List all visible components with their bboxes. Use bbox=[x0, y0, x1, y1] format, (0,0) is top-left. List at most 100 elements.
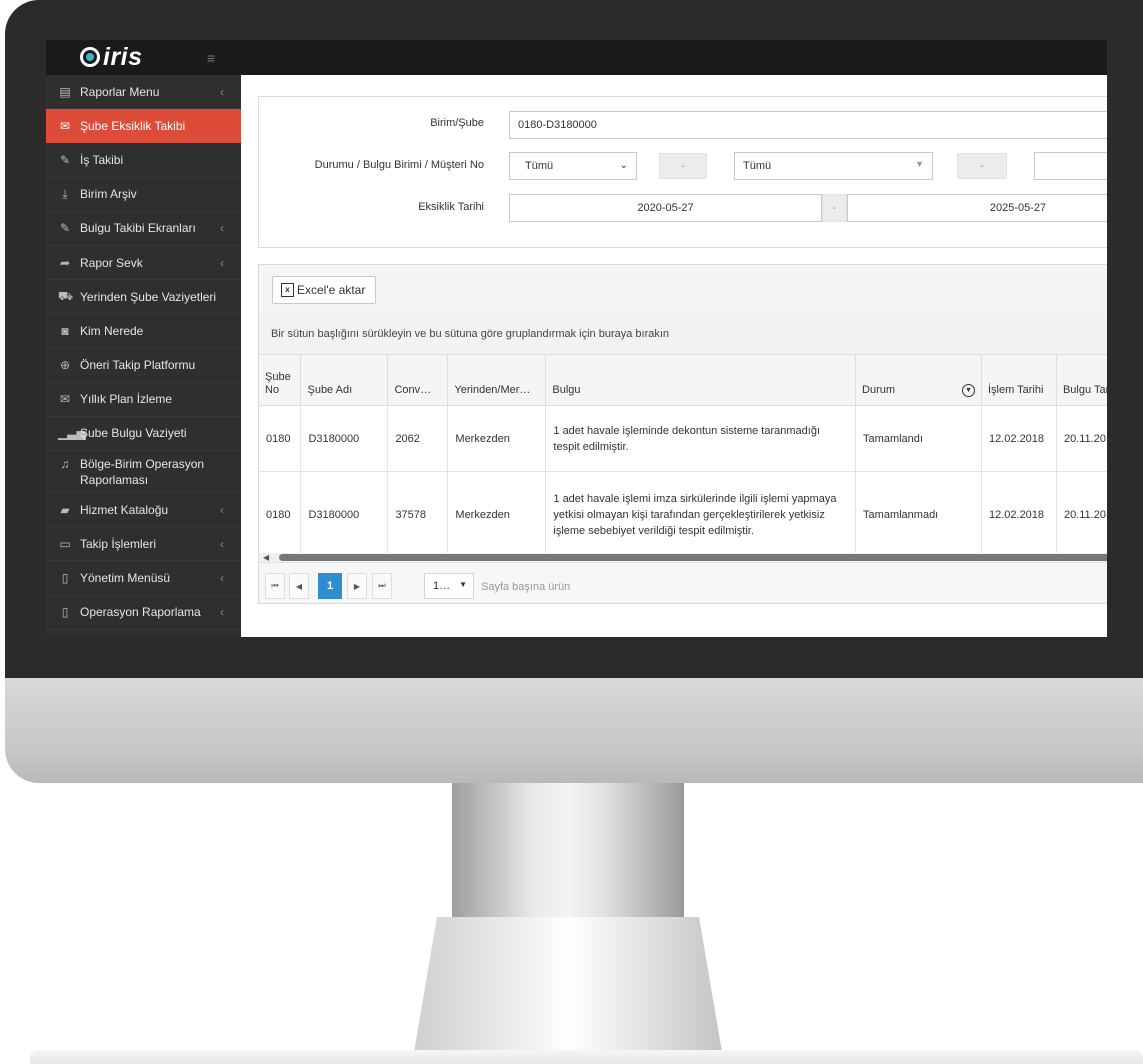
next-page-button[interactable]: ▶ bbox=[347, 573, 367, 599]
table-row[interactable]: 0180 D3180000 37578 Merkezden 1 adet hav… bbox=[259, 471, 1107, 558]
sidebar-item-label: Yıllık Plan İzleme bbox=[80, 392, 173, 407]
sidebar-item-raporlar-menu[interactable]: ▤ Raporlar Menu ‹ bbox=[46, 75, 241, 110]
bulgu-birimi-value: Tümü bbox=[743, 160, 772, 172]
sidebar-item-sube-eksiklik-takibi[interactable]: ✉ Şube Eksiklik Takibi bbox=[46, 109, 241, 144]
col-header-conv[interactable]: Conv… bbox=[387, 355, 449, 406]
signal-icon: ▁▃▅ bbox=[58, 426, 86, 441]
cell-durum: Tamamlandı bbox=[855, 405, 982, 472]
prev-page-button[interactable]: ◀ bbox=[289, 573, 309, 599]
sidebar-item-label: Kim Nerede bbox=[80, 323, 144, 338]
chevron-left-icon: ‹ bbox=[220, 502, 224, 517]
data-table: Şube No Şube Adı Conv… Yerinden/Mer… Bul… bbox=[259, 355, 1107, 558]
durum-label: Durumu / Bulgu Birimi / Müşteri No bbox=[314, 159, 484, 171]
sidebar-item-bulgu-takibi-ekranlari[interactable]: ✎ Bulgu Takibi Ekranları ‹ bbox=[46, 212, 241, 246]
sidebar-item-is-takibi[interactable]: ✎ İş Takibi bbox=[46, 143, 241, 178]
sidebar-item-operasyon-raporlama[interactable]: ▯ Operasyon Raporlama ‹ bbox=[46, 596, 241, 630]
chevron-left-icon: ‹ bbox=[220, 536, 224, 551]
music-icon: ♫ bbox=[60, 457, 70, 472]
sidebar-item-yonetim-menusu[interactable]: ▯ Yönetim Menüsü ‹ bbox=[46, 561, 241, 596]
cars-icon: ⛟ bbox=[58, 288, 74, 303]
bulgu-dash-text: - bbox=[980, 160, 984, 172]
eye-logo-icon bbox=[80, 47, 100, 67]
sidebar-item-label: Şube Eksiklik Takibi bbox=[80, 118, 186, 133]
filter-icon[interactable]: ▼ bbox=[961, 384, 975, 397]
cell-bulgu: 1 adet havale işlemi imza sirkülerinde i… bbox=[545, 471, 857, 558]
durum-select[interactable]: Tümü ⌄ bbox=[509, 152, 637, 180]
sidebar-item-oneri-takip-platformu[interactable]: ⊕ Öneri Takip Platformu bbox=[46, 349, 241, 383]
col-header-durum[interactable]: Durum ▼ bbox=[855, 355, 982, 406]
sidebar-item-yillik-plan-izleme[interactable]: ✉ Yıllık Plan İzleme bbox=[46, 383, 241, 417]
file-icon: ▯ bbox=[61, 605, 69, 620]
binoculars-icon: ◙ bbox=[61, 323, 69, 338]
scroll-left-icon[interactable]: ◀ bbox=[263, 553, 269, 562]
screen-icon: ▭ bbox=[59, 536, 71, 551]
sidebar-item-label: Yönetim Menüsü bbox=[80, 571, 171, 586]
monitor-stand-foot bbox=[412, 917, 724, 1064]
first-page-button[interactable]: ⏮ bbox=[265, 573, 285, 599]
page-size-select[interactable]: 1… ▼ bbox=[424, 573, 474, 599]
col-header-label: Şube No bbox=[265, 371, 291, 396]
sidebar-item-yerinden-sube-vaziyetleri[interactable]: ⛟ Yerinden Şube Vaziyetleri bbox=[46, 280, 241, 315]
lifebuoy-icon: ⊕ bbox=[59, 358, 71, 373]
edit-icon: ✎ bbox=[59, 221, 71, 236]
col-header-label: Durum bbox=[862, 384, 896, 396]
sidebar-item-label: Raporlar Menu bbox=[80, 84, 160, 99]
envelope-icon: ✉ bbox=[59, 392, 71, 407]
cell-conv: 37578 bbox=[387, 471, 449, 558]
monitor-stand-neck bbox=[452, 783, 684, 923]
col-header-islem-tarihi[interactable]: İşlem Tarihi bbox=[981, 355, 1057, 406]
sidebar-item-sube-bulgu-vaziyeti[interactable]: ▁▃▅ Şube Bulgu Vaziyeti bbox=[46, 417, 241, 452]
col-header-bulgu-tarihi[interactable]: Bulgu Tarihi bbox=[1056, 355, 1107, 406]
birim-field[interactable]: 0180-D3180000 bbox=[509, 111, 1107, 139]
table-row[interactable]: 0180 D3180000 2062 Merkezden 1 adet hava… bbox=[259, 405, 1107, 472]
book-icon: ▰ bbox=[60, 502, 70, 517]
hamburger-menu-icon[interactable]: ≡ bbox=[207, 51, 215, 65]
durum-dash-field[interactable]: - bbox=[659, 153, 707, 179]
scrollbar-thumb[interactable] bbox=[279, 554, 1107, 561]
chevron-left-icon: ‹ bbox=[220, 605, 224, 620]
grid-toolbar: x Excel'e aktar bbox=[259, 265, 1107, 314]
download-icon: ⤓ bbox=[62, 186, 68, 201]
cell-conv: 2062 bbox=[387, 405, 449, 472]
musteri-no-input[interactable] bbox=[1034, 152, 1107, 180]
page-1-button[interactable]: 1 bbox=[318, 573, 342, 599]
cell-sube-adi: D3180000 bbox=[300, 471, 389, 558]
col-header-sube-adi[interactable]: Şube Adı bbox=[300, 355, 389, 406]
pager: ⏮ ◀ 1 ▶ ⏭ 1… ▼ Sayfa başına ürün bbox=[259, 562, 1107, 603]
sidebar-item-birim-arsiv[interactable]: ⤓ Birim Arşiv bbox=[46, 178, 241, 212]
sidebar-item-bolge-birim-operasyon-raporlamasi[interactable]: ♫ Bölge-Birim Operasyon Raporlaması bbox=[46, 451, 241, 494]
sidebar: ▤ Raporlar Menu ‹ ✉ Şube Eksiklik Takibi ✎ İş … bbox=[46, 75, 241, 637]
excel-icon: x bbox=[281, 283, 294, 297]
col-header-yerinden[interactable]: Yerinden/Mer… bbox=[447, 355, 547, 406]
monitor-stand-base bbox=[30, 1050, 1143, 1064]
table-header-row: Şube No Şube Adı Conv… Yerinden/Mer… Bul… bbox=[259, 355, 1107, 406]
sidebar-item-takip-islemleri[interactable]: ▭ Takip İşlemleri ‹ bbox=[46, 527, 241, 562]
col-header-label: Conv… bbox=[394, 384, 432, 396]
col-header-label: Bulgu bbox=[552, 384, 581, 396]
col-header-sube-no[interactable]: Şube No bbox=[259, 355, 302, 406]
sidebar-item-label: İş Takibi bbox=[80, 152, 124, 167]
bulgu-dash-field[interactable]: - bbox=[957, 153, 1007, 179]
sidebar-item-hizmet-katalogu[interactable]: ▰ Hizmet Kataloğu ‹ bbox=[46, 493, 241, 528]
tarih-start-input[interactable]: 2020-05-27 bbox=[509, 194, 822, 222]
col-header-bulgu[interactable]: Bulgu bbox=[545, 355, 857, 406]
cell-bulgu-tarihi: 20.11.20 bbox=[1056, 471, 1107, 558]
share-icon: ➦ bbox=[59, 255, 71, 270]
sidebar-item-rapor-sevk[interactable]: ➦ Rapor Sevk ‹ bbox=[46, 246, 241, 281]
page-size-value: 1… bbox=[433, 580, 451, 592]
tarih-end-input[interactable]: 2025-05-27 bbox=[847, 194, 1107, 222]
mail-icon: ✉ bbox=[59, 118, 71, 133]
excel-export-button[interactable]: x Excel'e aktar bbox=[272, 276, 377, 304]
bulgu-birimi-select[interactable]: Tümü ▼ bbox=[734, 152, 933, 180]
last-page-button[interactable]: ⏭ bbox=[372, 573, 392, 599]
file-icon: ▯ bbox=[61, 571, 69, 586]
cell-yerinden: Merkezden bbox=[447, 471, 547, 558]
app-logo[interactable]: iris bbox=[80, 42, 143, 72]
sidebar-item-label: Birim Arşiv bbox=[80, 187, 137, 202]
tarih-separator: - bbox=[822, 194, 847, 222]
sidebar-item-kim-nerede[interactable]: ◙ Kim Nerede bbox=[46, 314, 241, 349]
group-drop-area[interactable]: Bir sütun başlığını sürükleyin ve bu süt… bbox=[259, 313, 1107, 355]
triangle-down-icon: ▼ bbox=[915, 159, 924, 169]
col-header-label: İşlem Tarihi bbox=[987, 384, 1044, 396]
horizontal-scrollbar[interactable]: ◀ bbox=[259, 553, 1107, 562]
